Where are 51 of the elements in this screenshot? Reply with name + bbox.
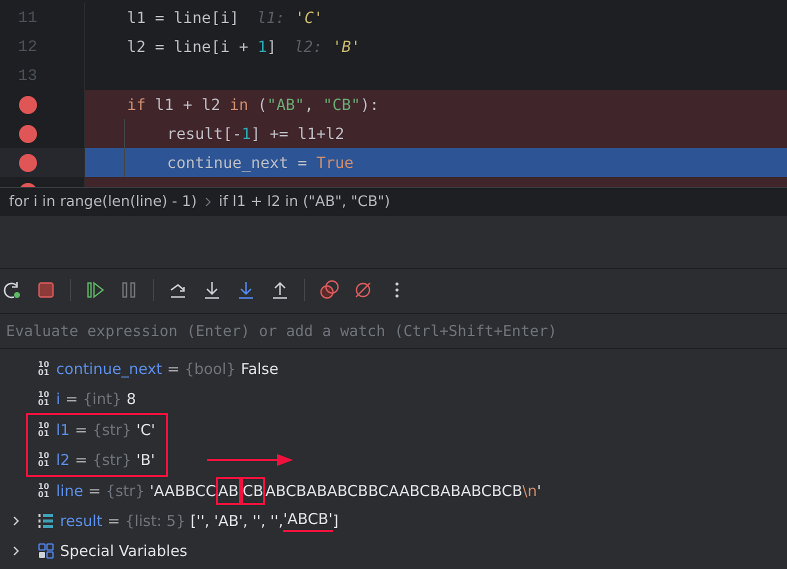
primitive-type-icon: 10 01: [38, 422, 50, 438]
chevron-icon: [204, 197, 211, 207]
variable-value: False: [240, 360, 278, 378]
variable-name: line: [56, 482, 84, 500]
variable-value: 8: [126, 390, 136, 408]
equals-sign: =: [167, 360, 180, 378]
equals-sign: =: [65, 390, 78, 408]
stop-icon[interactable]: [36, 280, 56, 300]
equals-sign: =: [107, 512, 120, 530]
code-line: l1 = line[i] l1: 'C': [126, 8, 324, 28]
code-line: l2 = line[i + 1] l2: 'B': [126, 36, 362, 58]
step-out-icon[interactable]: [270, 280, 290, 300]
variable-type: {int}: [82, 390, 122, 408]
variable-value: ['', 'AB', '', '','ABCB']: [190, 510, 338, 532]
expand-chevron-icon[interactable]: [12, 515, 20, 527]
variable-value: 'B': [136, 451, 155, 469]
breadcrumb[interactable]: for i in range(len(line) - 1): [9, 194, 197, 210]
variable-value: 'AABBCCAB CBABCBABABCBBCAABCBABABCBCB\n': [150, 477, 542, 505]
breakpoint-icon[interactable]: [19, 96, 37, 114]
breakpoint-icon[interactable]: [19, 124, 37, 142]
step-into-icon[interactable]: [236, 280, 256, 300]
step-into-icon[interactable]: [202, 280, 222, 300]
variable-type: {str}: [92, 451, 132, 469]
breakpoints-icon[interactable]: [319, 280, 339, 300]
variable-name: continue_next: [56, 360, 162, 378]
variable-name: result: [60, 512, 102, 530]
variable-type: {list: 5}: [125, 512, 186, 530]
equals-sign: =: [74, 421, 88, 439]
variable-type: {str}: [106, 482, 145, 500]
grid-icon: [38, 543, 54, 559]
expand-chevron-icon[interactable]: [12, 545, 20, 557]
mute-breakpoints-icon[interactable]: [353, 280, 373, 300]
variable-value: 'C': [136, 421, 156, 439]
equals-sign: =: [88, 482, 101, 500]
variable-group[interactable]: Special Variables: [60, 542, 188, 560]
variable-name: l2: [56, 451, 70, 469]
resume-icon[interactable]: [85, 280, 105, 300]
variable-name: i: [56, 390, 60, 408]
breadcrumb[interactable]: if l1 + l2 in ("AB", "CB"): [218, 194, 390, 210]
variable-type: {bool}: [184, 360, 236, 378]
primitive-type-icon: 10 01: [38, 391, 50, 407]
rerun-icon[interactable]: [2, 280, 22, 300]
primitive-type-icon: 10 01: [38, 483, 50, 499]
variable-name: l1: [56, 421, 70, 439]
primitive-type-icon: 10 01: [38, 361, 50, 377]
variable-type: {str}: [92, 421, 132, 439]
primitive-type-icon: 10 01: [38, 452, 50, 468]
evaluate-field[interactable]: Evaluate expression (Enter) or add a watch (Ctrl+Shift+Enter): [0, 313, 787, 349]
breakpoint-icon[interactable]: [19, 154, 37, 172]
equals-sign: =: [74, 451, 88, 469]
list-icon: [38, 513, 54, 529]
